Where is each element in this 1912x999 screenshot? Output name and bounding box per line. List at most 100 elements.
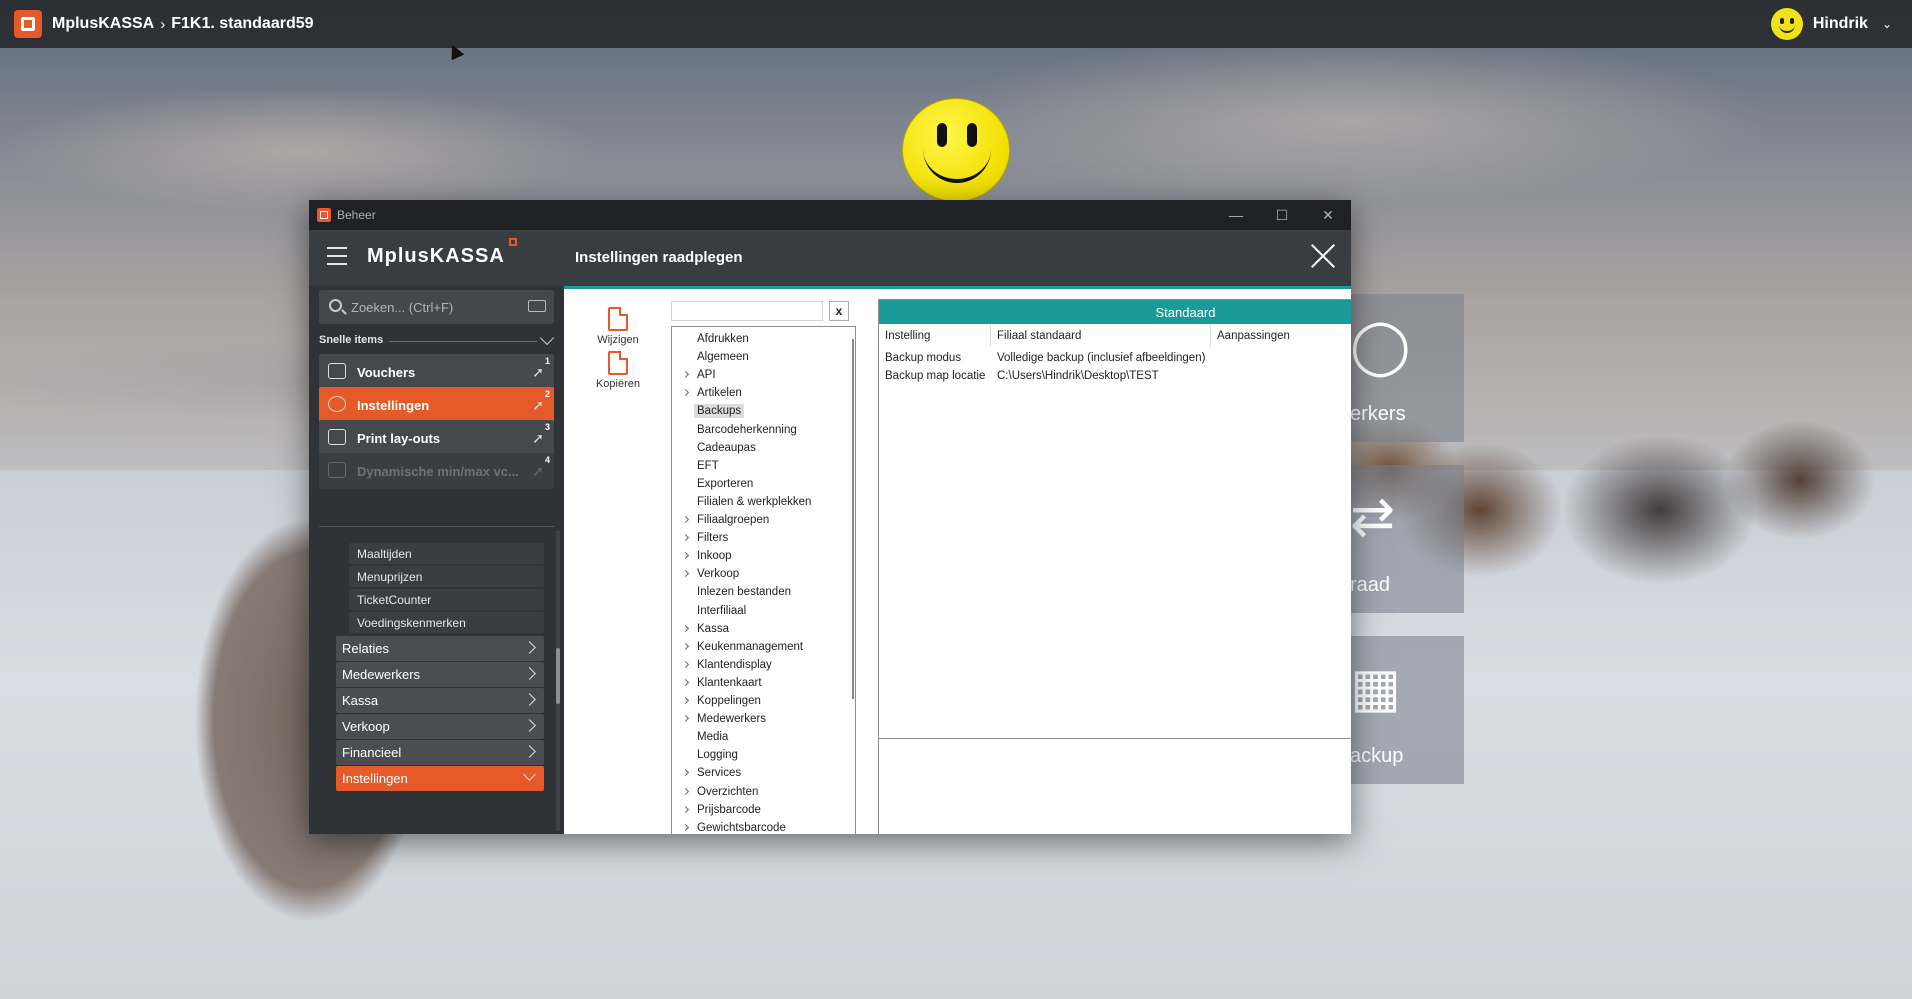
app-logo-icon[interactable]	[14, 10, 42, 38]
quick-item-dynamische-minmax[interactable]: Dynamische min/max vc... ➚ 4	[319, 453, 554, 489]
tree-item[interactable]: Kassa	[672, 620, 842, 638]
expand-chevron-icon[interactable]	[681, 678, 690, 686]
user-menu[interactable]: Hindrik ⌄	[1770, 0, 1892, 48]
tree-item[interactable]: Keukenmanagement	[672, 638, 842, 656]
maximize-button[interactable]: ☐	[1259, 200, 1305, 230]
expand-chevron-icon[interactable]	[681, 823, 690, 831]
column-header-instelling[interactable]: Instelling	[879, 325, 991, 347]
pin-icon[interactable]: ➚	[532, 397, 544, 414]
tree-item[interactable]: Exporteren	[672, 475, 842, 493]
sidebar-item-label: Financieel	[342, 745, 402, 760]
expand-chevron-icon[interactable]	[681, 515, 690, 524]
chevron-right-icon	[523, 719, 536, 732]
tree-item[interactable]: Gewichtsbarcode	[672, 819, 842, 834]
tree-item[interactable]: Filiaalgroepen	[672, 511, 842, 529]
edit-button[interactable]: Wijzigen	[590, 307, 646, 346]
expand-chevron-icon[interactable]	[681, 552, 690, 560]
divider	[319, 526, 554, 527]
table-row-cell[interactable]: Volledige backup (inclusief afbeeldingen…	[991, 352, 1205, 364]
filter-clear-button[interactable]: x	[829, 301, 849, 321]
expand-chevron-icon[interactable]	[681, 389, 690, 397]
tree-item[interactable]: Verkoop	[672, 565, 842, 583]
sidebar-scrollbar-thumb[interactable]	[556, 648, 560, 704]
user-avatar-icon	[1770, 8, 1803, 40]
tree-item[interactable]: Interfiliaal	[672, 602, 842, 620]
tree-item[interactable]: Inlezen bestanden	[672, 583, 842, 601]
breadcrumb-app[interactable]: MplusKASSA	[52, 15, 154, 33]
tree-item-label: Gewichtsbarcode	[697, 821, 786, 834]
close-icon[interactable]	[1309, 242, 1337, 270]
window-close-button[interactable]: ✕	[1305, 200, 1351, 230]
tree-item[interactable]: EFT	[672, 457, 842, 475]
column-header-filiaal-standaard[interactable]: Filiaal standaard	[991, 325, 1211, 347]
search-input[interactable]: Zoeken... (Ctrl+F)	[319, 290, 554, 324]
tree-item[interactable]: Artikelen	[672, 384, 842, 402]
sidebar-item-medewerkers[interactable]: Medewerkers	[336, 662, 544, 687]
tree-item[interactable]: Cadeaupas	[672, 439, 842, 457]
tree-item[interactable]: Backups	[672, 402, 842, 420]
tree-item[interactable]: Koppelingen	[672, 692, 842, 710]
quick-item-vouchers[interactable]: Vouchers ➚ 1	[319, 354, 554, 390]
expand-chevron-icon[interactable]	[681, 624, 690, 632]
expand-chevron-icon[interactable]	[681, 570, 690, 578]
expand-chevron-icon[interactable]	[681, 660, 690, 668]
quick-item-label: Dynamische min/max vc...	[357, 463, 519, 479]
tree-item[interactable]: Barcodeherkenning	[672, 421, 842, 439]
chevron-down-icon[interactable]	[539, 330, 555, 346]
table-row-cell[interactable]: C:\Users\Hindrik\Desktop\TEST	[991, 370, 1159, 382]
tree-item[interactable]: Algemeen	[672, 348, 842, 366]
tree-item[interactable]: Media	[672, 728, 842, 746]
tree-item[interactable]: Overzichten	[672, 783, 842, 801]
grid-group-header: Standaard	[879, 300, 1351, 324]
pin-icon[interactable]: ➚	[532, 364, 544, 381]
window-titlebar[interactable]: Beheer — ☐ ✕	[309, 200, 1351, 230]
sidebar-item-financieel[interactable]: Financieel	[336, 740, 544, 765]
pin-icon[interactable]: ➚	[532, 463, 544, 480]
sidebar-subitem-menuprijzen[interactable]: Menuprijzen	[349, 566, 544, 587]
sidebar-item-instellingen[interactable]: Instellingen	[336, 766, 544, 791]
tree-scrollbar[interactable]	[852, 339, 854, 699]
tree-item[interactable]: Logging	[672, 746, 842, 764]
tree-item[interactable]: API	[672, 366, 842, 384]
expand-chevron-icon[interactable]	[681, 534, 690, 542]
quick-item-number: 3	[544, 422, 550, 432]
sidebar-item-kassa[interactable]: Kassa	[336, 688, 544, 713]
sidebar-subitem-maaltijden[interactable]: Maaltijden	[349, 543, 544, 564]
tree-item[interactable]: Services	[672, 764, 842, 782]
tree-item-label: Barcodeherkenning	[697, 423, 797, 436]
expand-chevron-icon[interactable]	[681, 642, 690, 650]
quick-item-instellingen[interactable]: Instellingen ➚ 2	[319, 387, 554, 423]
tree-item[interactable]: Prijsbarcode	[672, 801, 842, 819]
tree-item[interactable]: Afdrukken	[672, 330, 842, 348]
pin-icon[interactable]: ➚	[532, 430, 544, 447]
table-row-cell[interactable]: Backup map locatie	[879, 370, 985, 382]
sidebar-subitem-voedingskenmerken[interactable]: Voedingskenmerken	[349, 612, 544, 633]
tree-item[interactable]: Filialen & werkplekken	[672, 493, 842, 511]
table-row-cell[interactable]: Backup modus	[879, 352, 961, 364]
column-header-aanpassingen[interactable]: Aanpassingen	[1211, 325, 1351, 347]
expand-chevron-icon[interactable]	[681, 787, 690, 795]
expand-chevron-icon[interactable]	[681, 805, 690, 813]
quick-item-print-layouts[interactable]: Print lay-outs ➚ 3	[319, 420, 554, 456]
copy-button[interactable]: Kopiëren	[590, 351, 646, 390]
tree-item[interactable]: Klantenkaart	[672, 674, 842, 692]
expand-chevron-icon[interactable]	[681, 769, 690, 777]
expand-chevron-icon[interactable]	[681, 371, 690, 379]
minimize-button[interactable]: —	[1213, 200, 1259, 230]
expand-chevron-icon[interactable]	[681, 715, 690, 723]
sidebar-item-relaties[interactable]: Relaties	[336, 636, 544, 661]
sidebar-item-label: Medewerkers	[342, 667, 421, 682]
beheer-window: Beheer — ☐ ✕ MplusKASSA Instellingen raa…	[309, 200, 1351, 834]
expand-chevron-icon[interactable]	[681, 696, 690, 705]
sidebar-item-verkoop[interactable]: Verkoop	[336, 714, 544, 739]
tree-filter-input[interactable]	[671, 301, 823, 321]
keyboard-icon[interactable]	[528, 300, 546, 312]
tree-item[interactable]: Klantendisplay	[672, 656, 842, 674]
tree-item[interactable]: Inkoop	[672, 547, 842, 565]
hamburger-menu-icon[interactable]	[327, 247, 347, 265]
sidebar-subitem-ticketcounter[interactable]: TicketCounter	[349, 589, 544, 610]
tree-item-label: Inlezen bestanden	[697, 586, 791, 599]
tree-item[interactable]: Filters	[672, 529, 842, 547]
tree-item[interactable]: Medewerkers	[672, 710, 842, 728]
breadcrumb-location[interactable]: F1K1. standaard59	[171, 15, 313, 33]
